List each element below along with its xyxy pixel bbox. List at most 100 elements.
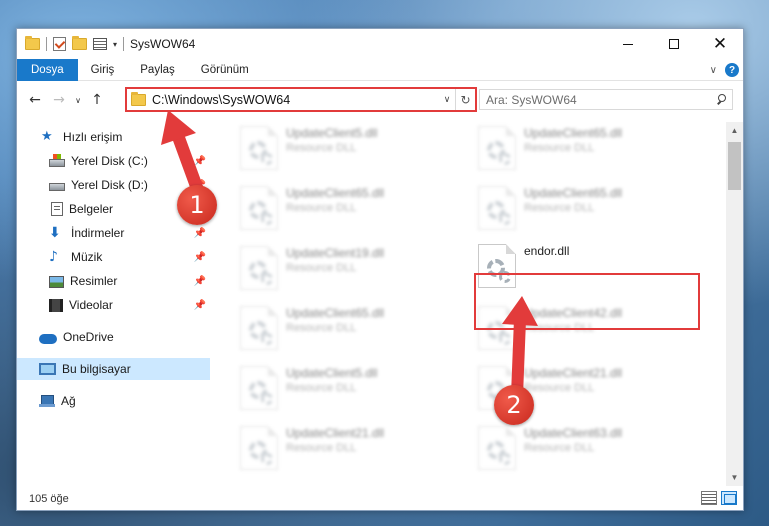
file-description: Resource DLL <box>286 262 357 274</box>
ribbon-tabs: Dosya Giriş Paylaş Görünüm ∨ ? <box>17 58 743 81</box>
customize-toolbar-chevron-icon[interactable]: ▾ <box>113 40 117 49</box>
up-button[interactable]: ↑ <box>85 88 109 112</box>
file-name: UpdateClient65.dll <box>524 126 623 140</box>
sidebar-item-label: İndirmeler <box>71 226 125 240</box>
this-pc-icon <box>39 363 56 375</box>
folder-icon <box>131 91 146 106</box>
forward-button[interactable]: → <box>47 88 71 112</box>
sidebar-item-videos[interactable]: Videolar 📌 <box>17 294 210 316</box>
tab-home[interactable]: Giriş <box>78 59 128 81</box>
file-list: UpdateClient5.dll Resource DLL UpdateCli… <box>212 122 726 486</box>
file-item[interactable]: UpdateClient65.dll Resource DLL <box>450 122 675 178</box>
item-count: 105 öğe <box>29 493 69 505</box>
file-description: Resource DLL <box>286 382 357 394</box>
maximize-icon <box>669 39 679 49</box>
pictures-icon <box>49 275 64 288</box>
pin-icon[interactable]: 📌 <box>194 252 206 263</box>
file-item[interactable]: UpdateClient21.dll Resource DLL <box>450 362 675 418</box>
step-badge-1: 1 <box>177 185 217 225</box>
folder-icon <box>25 36 40 50</box>
file-item[interactable]: UpdateClient65.dll Resource DLL <box>212 302 437 358</box>
file-description: Resource DLL <box>524 202 595 214</box>
checkbox-properties-icon[interactable] <box>53 37 66 51</box>
step-badge-2: 2 <box>494 385 534 425</box>
search-box[interactable]: Ara: SysWOW64 <box>479 89 733 110</box>
file-description: Resource DLL <box>524 442 595 454</box>
scroll-down-arrow-icon[interactable]: ▼ <box>726 469 743 486</box>
dll-file-icon <box>478 426 516 470</box>
sidebar-item-this-pc[interactable]: Bu bilgisayar <box>17 358 210 380</box>
address-bar[interactable]: C:\Windows\SysWOW64 ∨ ↻ <box>125 87 477 112</box>
toolbar-separator <box>46 37 47 51</box>
sidebar-item-onedrive[interactable]: OneDrive <box>17 326 210 348</box>
pin-icon[interactable]: 📌 <box>194 228 206 239</box>
navigation-pane: ★ Hızlı erişim Yerel Disk (C:) 📌 Yerel D… <box>17 122 210 482</box>
sidebar-item-label: Belgeler <box>69 202 114 216</box>
maximize-button[interactable] <box>651 29 697 59</box>
minimize-button[interactable] <box>605 29 651 59</box>
file-item[interactable]: UpdateClient65.dll Resource DLL <box>450 182 675 238</box>
search-icon[interactable] <box>712 90 732 110</box>
refresh-button[interactable]: ↻ <box>455 89 475 110</box>
tab-view[interactable]: Görünüm <box>188 59 262 81</box>
dll-file-icon <box>240 306 278 350</box>
file-name: UpdateClient65.dll <box>524 186 623 200</box>
file-item[interactable]: UpdateClient21.dll Resource DLL <box>212 422 437 478</box>
sidebar-item-label: Müzik <box>71 250 103 264</box>
file-name: UpdateClient63.dll <box>524 426 623 440</box>
download-icon: ⬇ <box>49 225 61 241</box>
sidebar-item-quick-access[interactable]: ★ Hızlı erişim <box>17 126 210 148</box>
scroll-up-arrow-icon[interactable]: ▲ <box>726 122 743 139</box>
sidebar-item-network[interactable]: Ağ <box>17 390 210 412</box>
star-icon: ★ <box>41 129 53 144</box>
dll-file-icon <box>240 426 278 470</box>
scroll-thumb[interactable] <box>728 142 741 190</box>
pin-icon[interactable]: 📌 <box>194 300 206 311</box>
vertical-scrollbar[interactable]: ▲ ▼ <box>726 122 743 486</box>
dll-file-icon <box>240 246 278 290</box>
properties-icon[interactable] <box>93 38 107 50</box>
expand-ribbon-chevron-icon[interactable]: ∨ <box>710 65 717 76</box>
sidebar-item-music[interactable]: ♪ Müzik 📌 <box>17 246 210 268</box>
file-item[interactable]: UpdateClient65.dll Resource DLL <box>212 182 437 238</box>
sidebar-item-label: Hızlı erişim <box>63 130 123 144</box>
sidebar-item-local-disk-c[interactable]: Yerel Disk (C:) 📌 <box>17 150 210 172</box>
file-name: UpdateClient5.dll <box>286 126 378 140</box>
file-name: UpdateClient65.dll <box>286 186 385 200</box>
sidebar-item-downloads[interactable]: ⬇ İndirmeler 📌 <box>17 222 210 244</box>
tiles-view-icon[interactable] <box>721 491 737 505</box>
address-history-chevron-icon[interactable]: ∨ <box>439 94 455 105</box>
file-item[interactable]: UpdateClient5.dll Resource DLL <box>212 362 437 418</box>
close-button[interactable]: ✕ <box>697 29 743 59</box>
file-name: UpdateClient21.dll <box>524 366 623 380</box>
file-description: Resource DLL <box>286 142 357 154</box>
sidebar-item-label: Bu bilgisayar <box>62 362 131 376</box>
help-icon[interactable]: ? <box>725 63 739 77</box>
tab-share[interactable]: Paylaş <box>127 59 188 81</box>
pin-icon[interactable]: 📌 <box>194 156 206 167</box>
pin-icon[interactable]: 📌 <box>194 276 206 287</box>
back-button[interactable]: ← <box>23 88 47 112</box>
title-bar: ▾ SysWOW64 ✕ <box>17 29 743 59</box>
file-item[interactable]: UpdateClient63.dll Resource DLL <box>450 422 675 478</box>
file-item[interactable]: UpdateClient5.dll Resource DLL <box>212 122 437 178</box>
dll-file-icon <box>240 186 278 230</box>
file-description: Resource DLL <box>524 142 595 154</box>
file-description: Resource DLL <box>524 382 595 394</box>
file-name: UpdateClient65.dll <box>286 306 385 320</box>
network-icon <box>39 394 55 408</box>
onedrive-icon <box>39 333 57 344</box>
file-name: endor.dll <box>524 244 570 258</box>
address-path[interactable]: C:\Windows\SysWOW64 <box>152 93 439 107</box>
search-input[interactable]: Ara: SysWOW64 <box>486 93 712 107</box>
sidebar-item-pictures[interactable]: Resimler 📌 <box>17 270 210 292</box>
file-item[interactable]: UpdateClient19.dll Resource DLL <box>212 242 437 298</box>
recent-locations-chevron-icon[interactable]: ∨ <box>71 88 85 112</box>
new-folder-icon[interactable] <box>72 36 87 50</box>
details-view-icon[interactable] <box>701 491 717 505</box>
tab-file[interactable]: Dosya <box>17 58 78 81</box>
sidebar-item-label: Videolar <box>69 298 113 312</box>
sidebar-item-label: OneDrive <box>63 330 114 344</box>
sidebar-item-label: Ağ <box>61 394 76 408</box>
navigation-bar: ← → ∨ ↑ C:\Windows\SysWOW64 ∨ ↻ Ara: Sys… <box>17 84 743 116</box>
